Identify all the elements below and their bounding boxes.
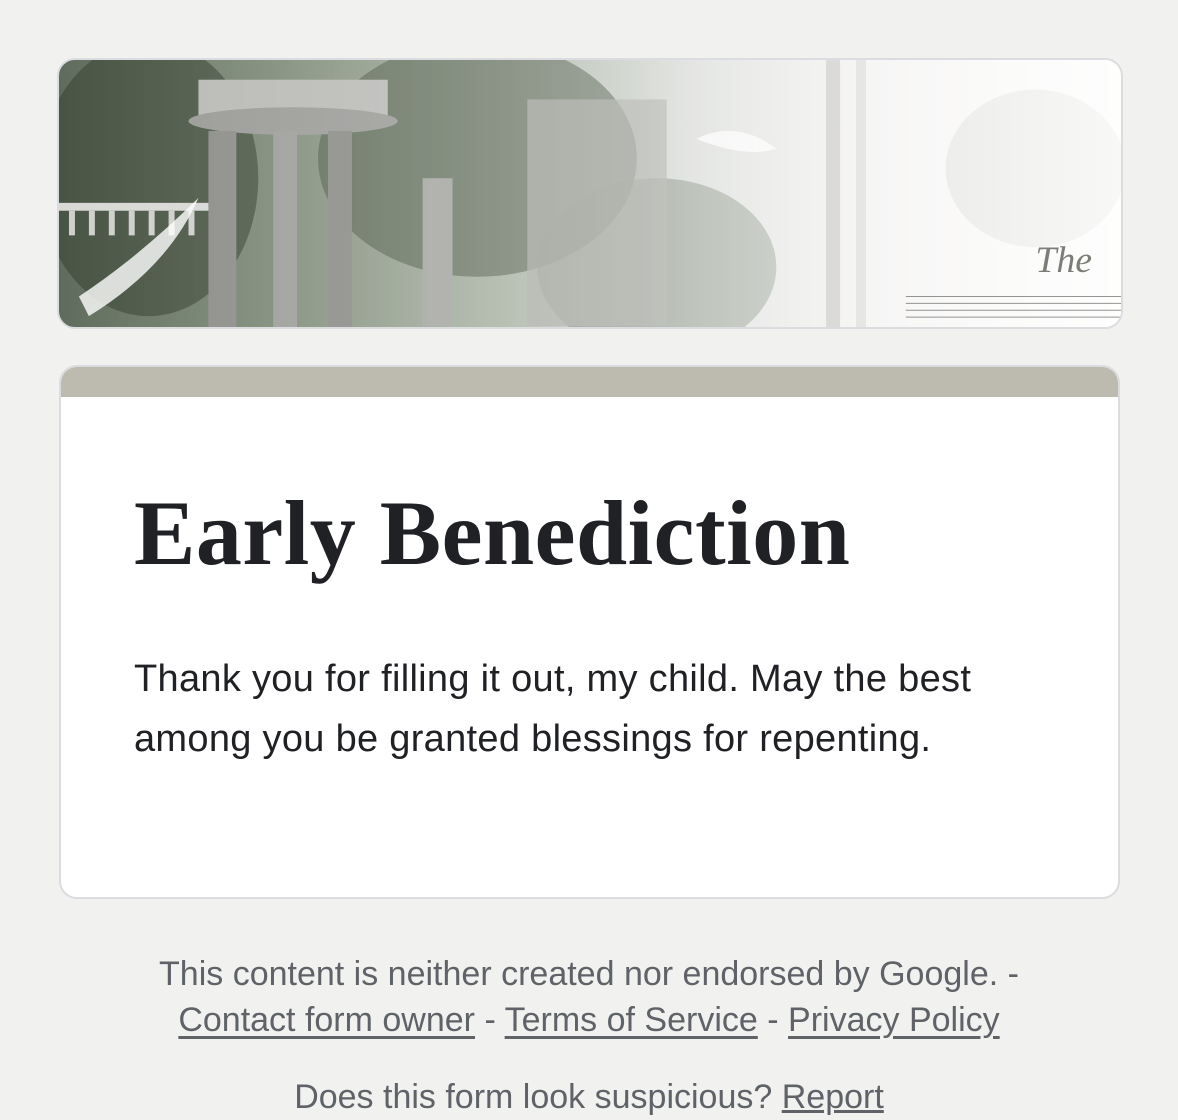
svg-text:The: The — [1035, 239, 1092, 281]
header-banner-image: The — [57, 58, 1123, 329]
confirmation-message: Thank you for filling it out, my child. … — [134, 658, 972, 760]
privacy-policy-link[interactable]: Privacy Policy — [788, 1001, 1000, 1039]
contact-form-owner-link[interactable]: Contact form owner — [178, 1001, 475, 1039]
footer-separator: - — [484, 1001, 496, 1039]
suspicious-text: Does this form look suspicious? — [294, 1078, 773, 1116]
footer-separator: - — [767, 1001, 779, 1039]
disclaimer-text: This content is neither created nor endo… — [159, 955, 1019, 993]
footer: This content is neither created nor endo… — [0, 951, 1178, 1043]
form-confirmation-card: Early Benediction Thank you for filling … — [59, 365, 1120, 899]
form-title: Early Benediction — [134, 482, 851, 584]
footer-links: Contact form owner - Terms of Service - … — [0, 997, 1178, 1043]
report-line: Does this form look suspicious? Report — [0, 1074, 1178, 1120]
report-link[interactable]: Report — [782, 1078, 884, 1116]
terms-of-service-link[interactable]: Terms of Service — [505, 1001, 758, 1039]
header-image-icon: The — [59, 60, 1121, 327]
card-accent-stripe — [61, 367, 1118, 397]
